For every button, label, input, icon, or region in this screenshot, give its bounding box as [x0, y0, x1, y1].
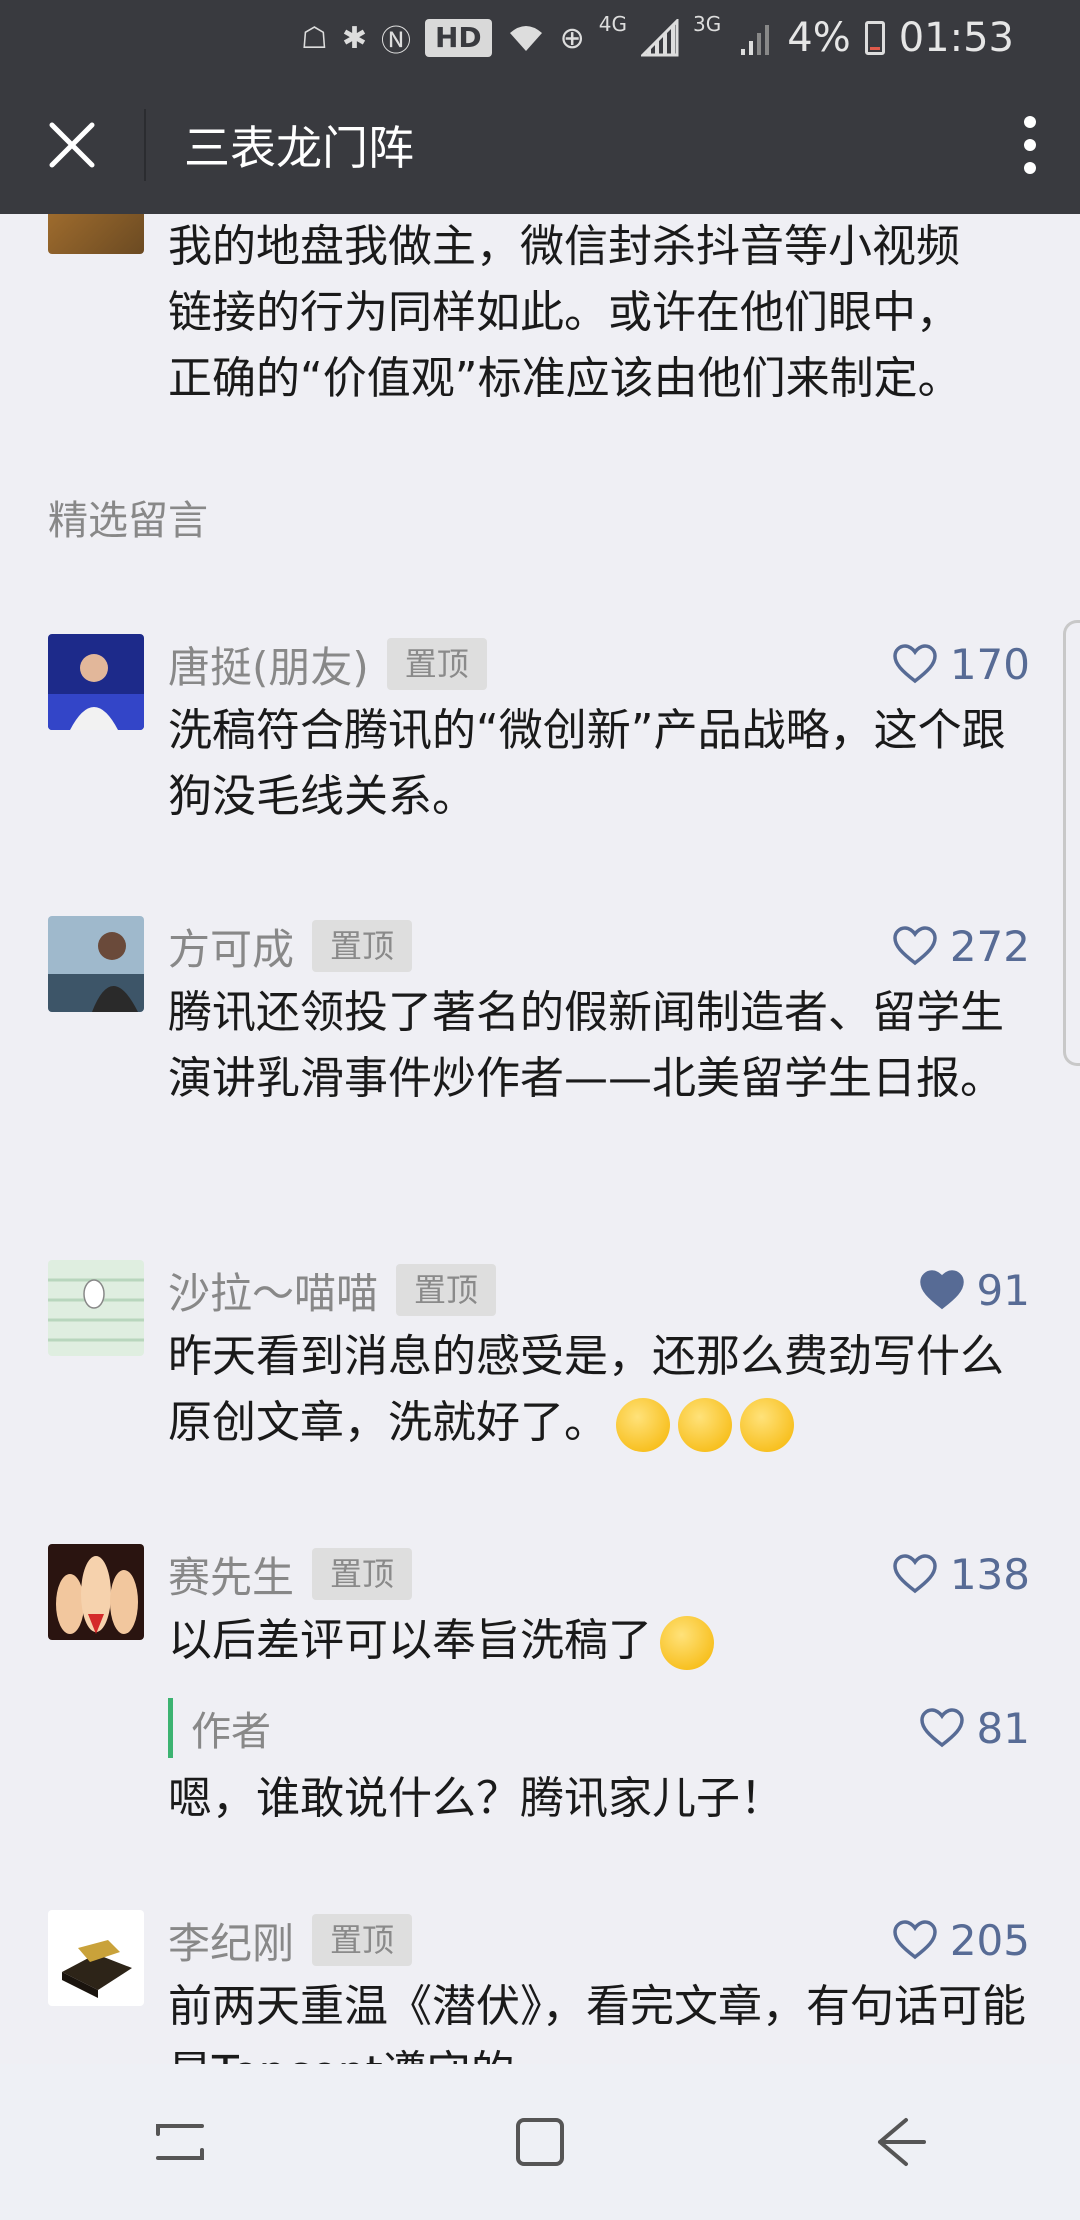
recent-apps-button[interactable] [110, 2087, 250, 2197]
heart-outline-icon [893, 1920, 937, 1960]
title-bar: 三表龙门阵 [0, 76, 1080, 214]
comment-text: 洗稿符合腾讯的“微创新”产品战略，这个跟狗没毛线关系。 [168, 705, 1006, 822]
heart-outline-icon [893, 1554, 937, 1594]
signal-3g-icon [735, 18, 773, 58]
close-button[interactable] [0, 76, 144, 214]
like-count: 91 [976, 1265, 1030, 1315]
like-button[interactable]: 91 [919, 1260, 1030, 1320]
battery-percent: 4% [787, 15, 851, 61]
recent-apps-icon [156, 2124, 204, 2160]
thinking-emoji-icon [740, 1398, 794, 1452]
thinking-emoji-icon [616, 1398, 670, 1452]
commenter-name: 李纪刚 [168, 1918, 295, 1968]
home-icon [516, 2118, 564, 2166]
close-icon [49, 122, 95, 168]
avatar[interactable] [48, 1910, 144, 2006]
like-button[interactable]: 170 [892, 634, 1030, 694]
network-3g-label: 3G [693, 12, 722, 36]
network-4g-label: 4G [598, 12, 628, 36]
hd-voice-badge: HD [424, 19, 492, 57]
author-reply-header: 作者 [168, 1698, 271, 1758]
commenter-name: 唐挺(朋友) [168, 642, 369, 692]
page-title: 三表龙门阵 [184, 121, 414, 175]
android-icon: ☖ [300, 20, 328, 56]
reply-author-label: 作者 [191, 1709, 271, 1755]
commenter-name: 方可成 [168, 924, 295, 974]
pinned-badge: 置顶 [312, 1914, 413, 1966]
comment-text: 腾讯还领投了著名的假新闻制造者、留学生演讲乳滑事件炒作者——北美留学生日报。 [168, 987, 1004, 1104]
like-count: 138 [949, 1549, 1030, 1599]
like-button[interactable]: 272 [892, 916, 1030, 976]
signal-4g-icon [641, 18, 679, 58]
article-line: 我的地盘我做主，微信封杀抖音等小视频 [168, 221, 960, 272]
like-count: 81 [976, 1703, 1030, 1753]
pinned-badge: 置顶 [312, 920, 413, 972]
system-navigation-bar [0, 2064, 1080, 2220]
scroll-indicator[interactable] [1063, 620, 1080, 1066]
article-line: 链接的行为同样如此。或许在他们眼中， [168, 287, 960, 338]
article-body: 我的地盘我做主，微信封杀抖音等小视频 链接的行为同样如此。或许在他们眼中， 正确… [168, 214, 1028, 412]
comment-text-content: 以后差评可以奉旨洗稿了 [168, 1615, 652, 1666]
heart-outline-icon [919, 1708, 964, 1748]
like-button[interactable]: 138 [892, 1544, 1030, 1604]
pinned-badge: 置顶 [386, 638, 487, 690]
bluetooth-icon: ✱ [341, 20, 367, 56]
comment-text: 以后差评可以奉旨洗稿了 [168, 1608, 1028, 1674]
pinned-badge: 置顶 [396, 1264, 497, 1316]
comment-text: 昨天看到消息的感受是，还那么费劲写什么原创文章，洗就好了。 [168, 1324, 1028, 1456]
reply-like-button[interactable]: 81 [919, 1698, 1030, 1758]
like-count: 272 [949, 921, 1030, 971]
commenter-name: 赛先生 [168, 1552, 295, 1602]
clock: 01:53 [898, 15, 1014, 61]
article-content[interactable]: 我的地盘我做主，微信封杀抖音等小视频 链接的行为同样如此。或许在他们眼中， 正确… [0, 214, 1080, 2064]
nfc-icon: Ⓝ [380, 24, 411, 59]
back-arrow-icon [878, 2118, 926, 2166]
reply-text: 嗯，谁敢说什么？腾讯家儿子！ [168, 1773, 784, 1824]
article-author-avatar [48, 214, 144, 254]
avatar[interactable] [48, 916, 144, 1012]
pinned-badge: 置顶 [312, 1548, 413, 1600]
heart-outline-icon [893, 644, 937, 684]
more-options-button[interactable] [980, 76, 1080, 214]
like-count: 205 [949, 1915, 1030, 1965]
heart-outline-icon [893, 926, 937, 966]
status-bar: ☖ ✱ Ⓝ HD ⊕ 4G 3G 4% 01:53 [0, 0, 1080, 76]
battery-icon [864, 21, 885, 55]
comment-text-content: 昨天看到消息的感受是，还那么费劲写什么原创文章，洗就好了。 [168, 1331, 1004, 1448]
heart-filled-icon [919, 1270, 964, 1310]
avatar[interactable] [48, 634, 144, 730]
like-button[interactable]: 205 [892, 1910, 1030, 1970]
home-button[interactable] [470, 2087, 610, 2197]
avatar[interactable] [48, 1260, 144, 1356]
laughing-emoji-icon [660, 1616, 714, 1670]
globe-icon: ⊕ [559, 20, 585, 56]
wifi-icon [506, 18, 546, 58]
more-vertical-icon [1024, 116, 1036, 174]
title-divider [144, 109, 146, 181]
comment-text: 前两天重温《潜伏》，看完文章，有句话可能是Tencent遵守的。 [168, 1981, 1026, 2064]
avatar[interactable] [48, 1544, 144, 1640]
like-count: 170 [949, 639, 1030, 689]
commenter-name: 沙拉～喵喵 [168, 1268, 379, 1318]
back-button[interactable] [830, 2087, 970, 2197]
article-line: 正确的“价值观”标准应该由他们来制定。 [168, 353, 962, 404]
selected-comments-heading: 精选留言 [48, 498, 208, 544]
thinking-emoji-icon [678, 1398, 732, 1452]
